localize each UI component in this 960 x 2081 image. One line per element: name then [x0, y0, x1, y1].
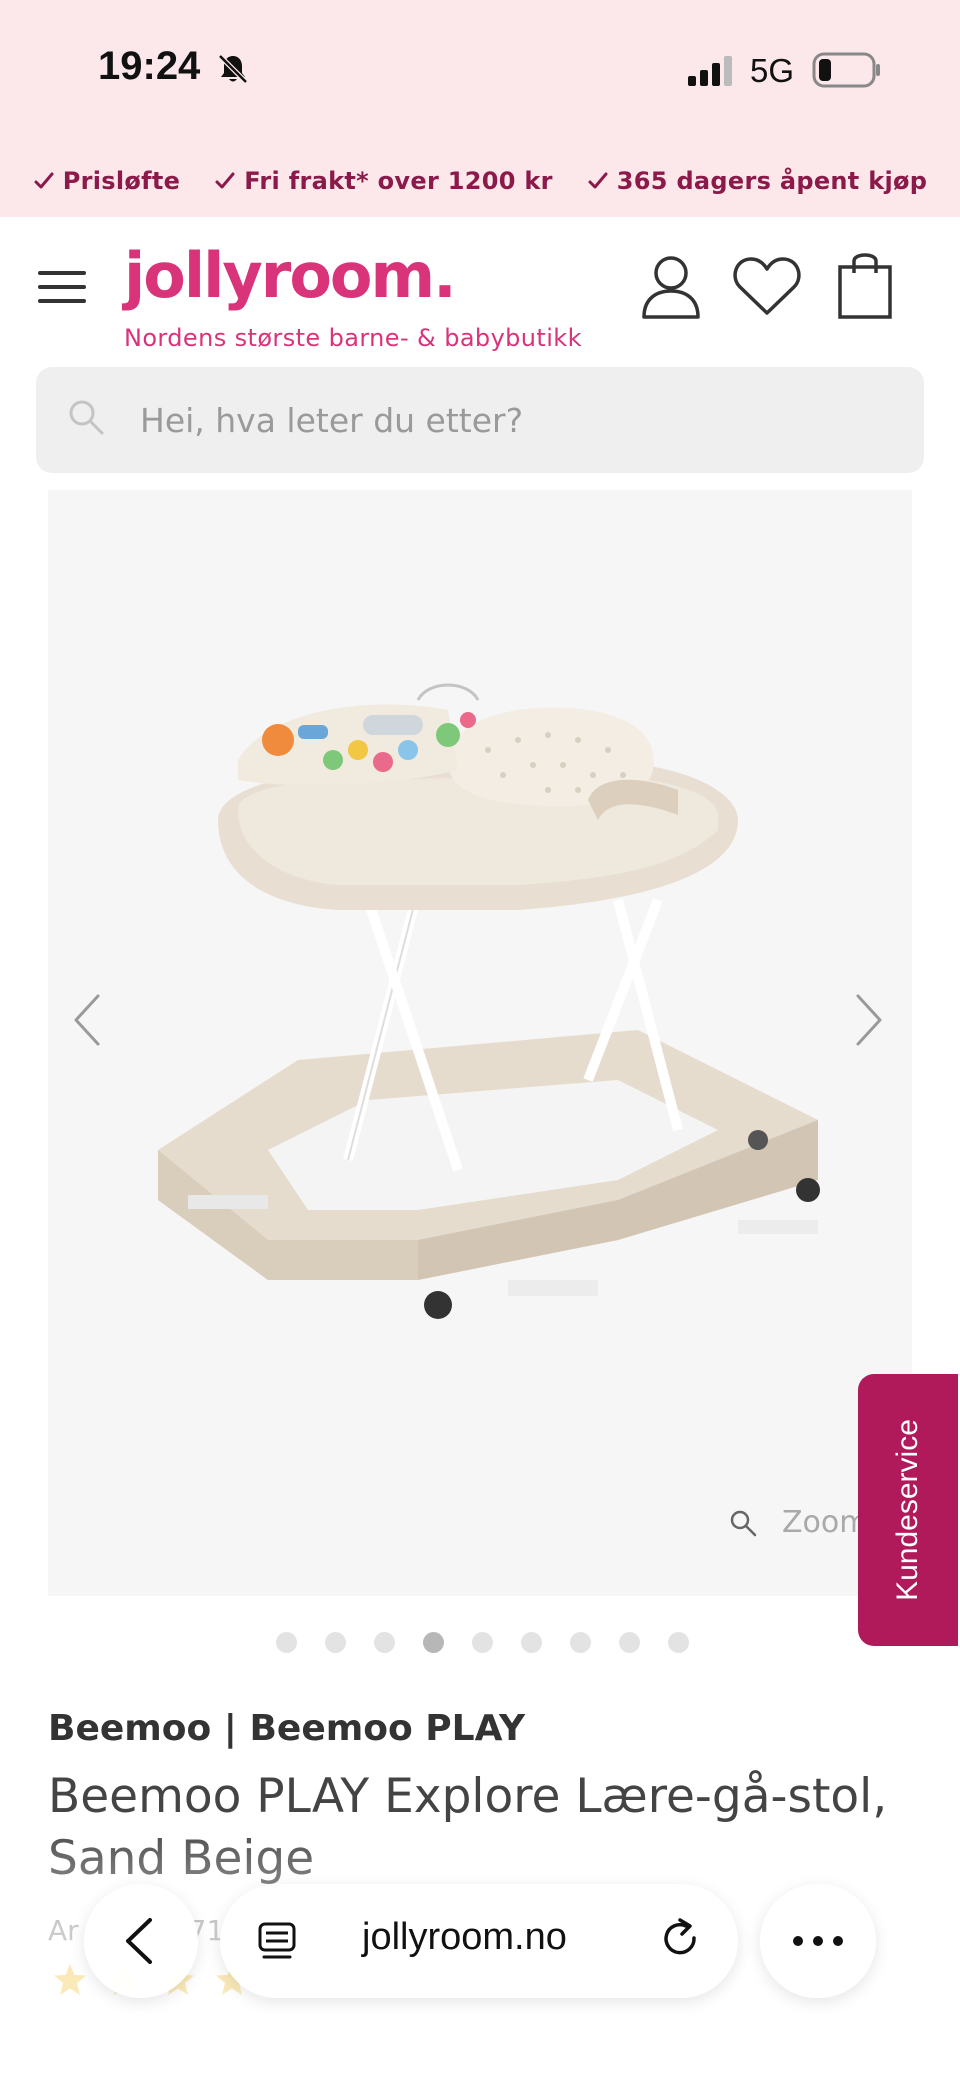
promo-label: Fri frakt* over 1200 kr [244, 167, 553, 195]
customer-service-tab[interactable]: Kundeservice [858, 1374, 958, 1646]
zoom-icon [730, 1510, 757, 1536]
browser-more-button[interactable] [760, 1884, 876, 1998]
browser-url-bar[interactable]: jollyroom.no [220, 1884, 738, 1998]
check-icon [34, 172, 54, 189]
gallery-dot[interactable] [667, 1632, 689, 1653]
bell-slash-icon [218, 54, 248, 84]
status-time: 19:24 [98, 44, 201, 88]
promo-label: 365 dagers åpent kjøp [616, 167, 928, 195]
zoom-label: Zoom [782, 1505, 869, 1540]
browser-back-button[interactable] [84, 1884, 198, 1998]
zoom-button[interactable]: Zoom [728, 1505, 868, 1540]
gallery-next-icon[interactable] [848, 990, 888, 1050]
product-brand[interactable]: Beemoo | Beemoo PLAY [48, 1708, 525, 1749]
tabs-icon[interactable] [256, 1920, 298, 1962]
promo-item: 365 dagers åpent kjøp [587, 167, 927, 195]
gallery-dot[interactable] [471, 1632, 493, 1653]
more-icon [793, 1936, 843, 1946]
user-icon[interactable] [640, 253, 702, 319]
promo-label: Prisløfte [62, 167, 181, 195]
gallery-dot[interactable] [324, 1632, 346, 1653]
search-bar[interactable] [36, 367, 924, 473]
promo-item: Prisløfte [33, 167, 181, 195]
battery-icon [812, 52, 880, 88]
bag-icon[interactable] [836, 249, 894, 319]
promo-item: Fri frakt* over 1200 kr [214, 167, 553, 195]
gallery-dot[interactable] [275, 1632, 297, 1653]
check-icon [215, 172, 235, 189]
customer-service-label: Kundeservice [891, 1419, 924, 1601]
search-input[interactable] [140, 389, 880, 451]
gallery-prev-icon[interactable] [68, 990, 108, 1050]
signal-icon [688, 56, 732, 86]
site-header: jollyroom. Nordens største barne- & baby… [0, 217, 960, 367]
status-bar: 19:24 5G [0, 0, 960, 145]
browser-url[interactable]: jollyroom.no [362, 1916, 567, 1959]
menu-icon[interactable] [38, 267, 86, 307]
gallery-dot[interactable] [618, 1632, 640, 1653]
promo-bar: Prisløfte Fri frakt* over 1200 kr 365 da… [0, 145, 960, 217]
site-tagline: Nordens største barne- & babybutikk [124, 324, 582, 352]
gallery-dot[interactable] [373, 1632, 395, 1653]
site-logo[interactable]: jollyroom. [124, 239, 457, 312]
product-image [158, 683, 820, 1319]
gallery-pagination [0, 1632, 960, 1653]
network-label: 5G [750, 52, 795, 89]
check-icon [588, 172, 608, 189]
gallery-dot[interactable] [520, 1632, 542, 1653]
search-icon [69, 400, 104, 435]
heart-icon[interactable] [732, 255, 802, 317]
gallery-dot[interactable] [569, 1632, 591, 1653]
gallery-dot-active[interactable] [422, 1632, 444, 1653]
reload-icon[interactable] [658, 1916, 704, 1962]
back-icon [126, 1918, 152, 1964]
product-gallery[interactable]: Zoom [48, 490, 912, 1596]
